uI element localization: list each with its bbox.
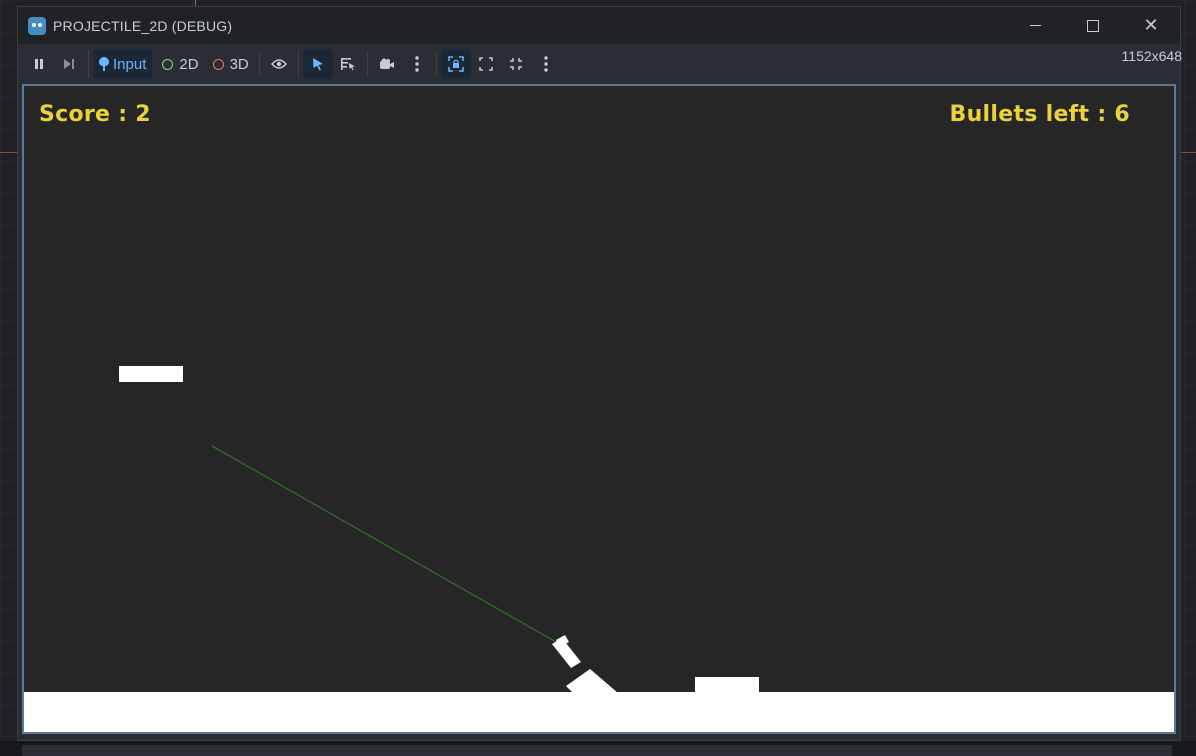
window-controls: ✕	[1006, 7, 1180, 44]
window-title: PROJECTILE_2D (DEBUG)	[53, 17, 233, 34]
resolution-label: 1152x648	[1121, 48, 1182, 64]
fit-icon	[509, 58, 522, 70]
pause-button[interactable]	[24, 49, 54, 79]
expand-icon	[479, 57, 493, 71]
godot-icon	[28, 16, 46, 35]
game-scene	[211, 445, 618, 720]
toolbar-divider	[435, 51, 437, 77]
camera-button[interactable]	[372, 49, 402, 79]
editor-bottom-panel	[0, 741, 1196, 756]
kebab-menu-icon	[544, 56, 548, 72]
circle-3d-icon	[212, 58, 224, 70]
aim-trajectory-line	[211, 445, 557, 643]
camera-icon	[379, 58, 394, 69]
toolbar-divider	[88, 51, 89, 77]
maximize-icon	[1087, 19, 1099, 32]
editor-guide-line	[1180, 152, 1196, 153]
joystick-icon	[99, 57, 109, 71]
list-select-button[interactable]	[333, 49, 363, 79]
fullscreen-button[interactable]	[471, 49, 501, 79]
close-button[interactable]: ✕	[1122, 7, 1180, 44]
ground	[24, 692, 1174, 732]
circle-2d-icon	[162, 58, 174, 70]
pause-icon	[35, 59, 43, 69]
minimize-button[interactable]	[1006, 7, 1064, 44]
mode-2d-button[interactable]: 2D	[152, 49, 204, 79]
mode-3d-label: 3D	[229, 55, 249, 73]
input-mode-label: Input	[113, 55, 147, 73]
toolbar-divider	[297, 51, 299, 77]
visibility-button[interactable]	[264, 49, 294, 79]
more-options-button[interactable]	[402, 49, 432, 79]
cursor-icon	[312, 58, 323, 71]
fit-window-button[interactable]	[501, 49, 531, 79]
toolbar-divider	[366, 51, 368, 77]
frame-lock-icon	[448, 56, 464, 72]
list-cursor-icon	[340, 58, 355, 71]
embed-mode-button[interactable]	[440, 49, 471, 79]
maximize-button[interactable]	[1064, 7, 1122, 44]
game-viewport[interactable]: Score : 2 Bullets left : 6	[22, 84, 1176, 734]
editor-guide-line	[0, 152, 18, 153]
eye-icon	[270, 59, 287, 69]
next-frame-icon	[64, 59, 74, 69]
input-mode-button[interactable]: Input	[93, 49, 153, 79]
close-icon: ✕	[1143, 14, 1159, 36]
minimize-icon	[1029, 25, 1041, 26]
window-options-button[interactable]	[531, 49, 561, 79]
title-bar[interactable]: PROJECTILE_2D (DEBUG) ✕	[18, 7, 1180, 44]
mode-2d-label: 2D	[179, 55, 199, 73]
kebab-menu-icon	[415, 56, 419, 72]
mode-3d-button[interactable]: 3D	[205, 49, 255, 79]
select-button[interactable]	[302, 49, 333, 79]
next-frame-button[interactable]	[54, 49, 84, 79]
debug-toolbar: Input 2D 3D	[18, 44, 1180, 84]
toolbar-divider	[258, 51, 260, 77]
